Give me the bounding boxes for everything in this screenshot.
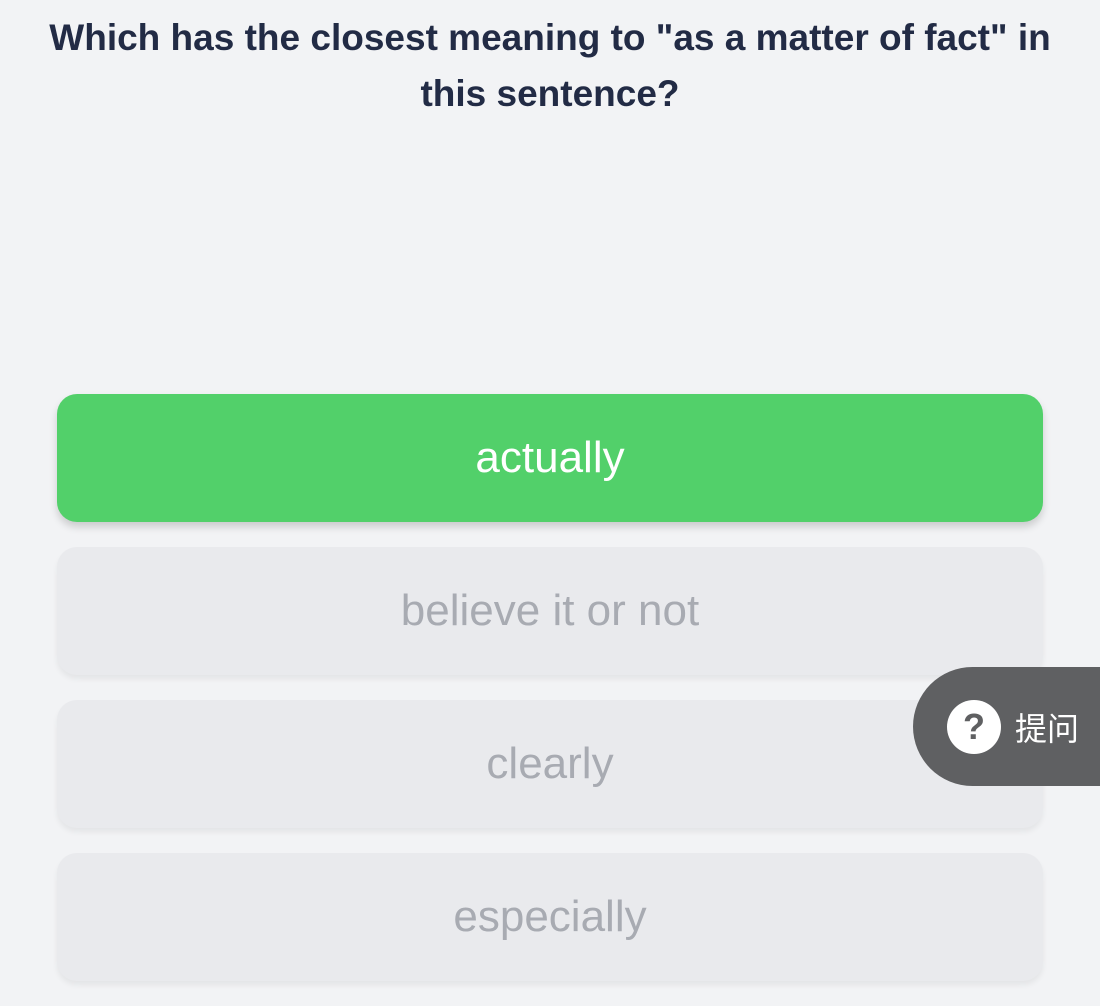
answer-options: actually believe it or not clearly espec… — [57, 394, 1043, 1006]
question-circle-icon: ? — [947, 699, 1001, 754]
question-text: Which has the closest meaning to "as a m… — [49, 17, 1051, 114]
option-label: especially — [453, 892, 647, 941]
option-label: believe it or not — [400, 586, 700, 635]
option-label: clearly — [486, 739, 614, 788]
ask-button-label: 提问 — [1015, 709, 1080, 748]
ask-question-button[interactable]: ? 提问 — [913, 667, 1100, 786]
option-actually[interactable]: actually — [57, 394, 1043, 522]
option-believe-it-or-not[interactable]: believe it or not — [57, 547, 1043, 675]
option-clearly[interactable]: clearly — [57, 700, 1043, 828]
option-label: actually — [475, 433, 625, 482]
option-especially[interactable]: especially — [57, 853, 1043, 981]
